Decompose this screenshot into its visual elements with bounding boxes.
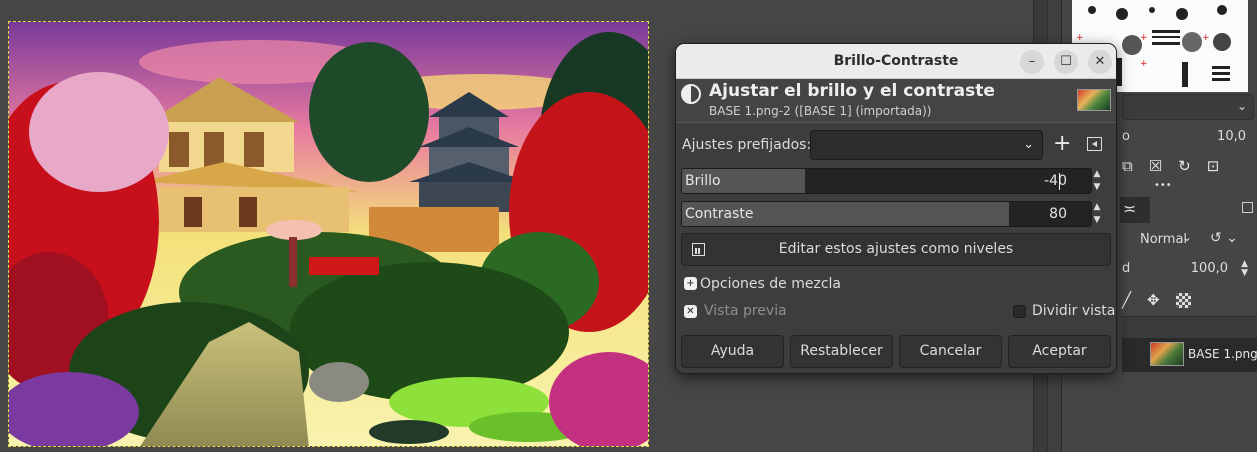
split-view-label: Dividir vista [1032,303,1116,319]
brightness-spin[interactable]: ▲ ▼ [1088,168,1106,194]
layers-header [1122,316,1257,338]
brightness-slider[interactable]: Brillo -40 [681,168,1092,194]
cancel-button[interactable]: Cancelar [899,335,1002,368]
chevron-down-icon: ⌄ [1181,230,1192,244]
contrast-label: Contraste [685,206,754,222]
dialog-header: Ajustar el brillo y el contraste BASE 1.… [676,79,1116,123]
lock-position-icon[interactable]: ✥ [1147,291,1160,309]
presets-label: Ajustes prefijados: [682,137,812,153]
reset-button[interactable]: Restablecer [790,335,893,368]
spacing-label: o [1122,129,1130,144]
ok-button[interactable]: Aceptar [1008,335,1111,368]
text-caret [1059,173,1060,190]
garden-painting-image [9,22,648,446]
split-view-checkbox[interactable] [1013,305,1026,318]
image-thumbnail [1077,89,1111,111]
svg-text:+: + [1076,33,1084,43]
delete-icon[interactable]: ☒ [1149,157,1162,175]
opacity-spin[interactable]: ▲ ▼ [1241,260,1248,278]
preview-label: Vista previa [704,303,787,319]
spacing-value: 10,0 [1217,129,1246,144]
brightness-contrast-dialog: Brillo-Contraste – ☐ ✕ Ajustar el brillo… [675,43,1117,374]
lock-icons: ╱ ✥ [1122,290,1191,310]
spin-down-icon[interactable]: ▼ [1088,181,1106,194]
opacity-row[interactable]: d 100,0 ▲ ▼ [1122,258,1254,282]
edit-as-levels-button[interactable]: Editar estos ajustes como niveles [681,233,1111,266]
spacing-row[interactable]: o 10,0 [1122,126,1254,150]
layer-row[interactable]: BASE 1.png [1122,338,1257,372]
export-icon[interactable]: ⊡ [1207,157,1220,175]
edit-as-levels-label: Editar estos ajustes como niveles [778,241,1014,257]
svg-text:+: + [1202,33,1210,43]
help-button[interactable]: Ayuda [681,335,784,368]
brush-actions: ⧉ ☒ ↻ ⊡ [1122,156,1219,176]
chevron-down-icon: ⌄ [1023,137,1034,152]
blend-options-label[interactable]: Opciones de mezcla [700,276,841,292]
minimize-button[interactable]: – [1020,50,1044,74]
dialog-subtitle: BASE 1.png-2 ([BASE 1] (importada)) [709,104,932,118]
expand-icon[interactable]: + [684,277,697,290]
spin-up-icon[interactable]: ▲ [1088,168,1106,181]
spin-up-icon[interactable]: ▲ [1088,201,1106,214]
preset-menu-icon[interactable] [1087,137,1102,151]
close-button[interactable]: ✕ [1088,50,1112,74]
levels-icon [692,243,705,256]
opacity-value: 100,0 [1190,261,1228,276]
image-canvas[interactable] [8,21,649,447]
mode-dropdown[interactable]: Normal ⌄ [1122,228,1192,252]
maximize-button[interactable]: ☐ [1054,50,1078,74]
dialog-title: Brillo-Contraste [833,53,959,69]
mode-value: Normal [1140,232,1188,247]
presets-dropdown[interactable]: ⌄ [810,130,1043,160]
refresh-icon[interactable]: ↻ [1178,157,1191,175]
brightness-value[interactable]: -40 [1044,173,1067,189]
preview-checkbox[interactable]: ✕ [684,305,697,318]
svg-text:+: + [1140,59,1148,69]
layer-name: BASE 1.png [1188,347,1257,361]
opacity-label: d [1122,261,1131,276]
dialog-titlebar[interactable]: Brillo-Contraste – ☐ ✕ [676,44,1116,79]
add-preset-button[interactable]: + [1053,132,1071,156]
lock-paint-icon[interactable]: ╱ [1122,291,1131,309]
brightness-label: Brillo [685,173,721,189]
layers-tab-icon: ≍ [1123,199,1137,218]
tab-menu-icon[interactable] [1242,202,1253,213]
brightness-contrast-icon [681,84,701,104]
spin-down-icon[interactable]: ▼ [1088,214,1106,227]
contrast-spin[interactable]: ▲ ▼ [1088,201,1106,227]
duplicate-icon[interactable]: ⧉ [1122,157,1133,175]
layers-tab[interactable]: ≍ [1120,197,1150,223]
contrast-value[interactable]: 80 [1049,206,1067,222]
contrast-slider[interactable]: Contraste 80 [681,201,1092,227]
chevron-down-icon: ⌄ [1236,99,1247,113]
brush-preset-dropdown[interactable]: ⌄ [1122,94,1254,120]
svg-text:+: + [1140,33,1148,43]
dialog-heading: Ajustar el brillo y el contraste [709,81,995,101]
lock-alpha-icon[interactable] [1175,292,1191,308]
composite-mode-button[interactable]: ↺ ⌄ [1210,230,1250,252]
dock-more-dots[interactable]: ••• [1154,180,1172,191]
layer-thumbnail [1150,342,1184,366]
